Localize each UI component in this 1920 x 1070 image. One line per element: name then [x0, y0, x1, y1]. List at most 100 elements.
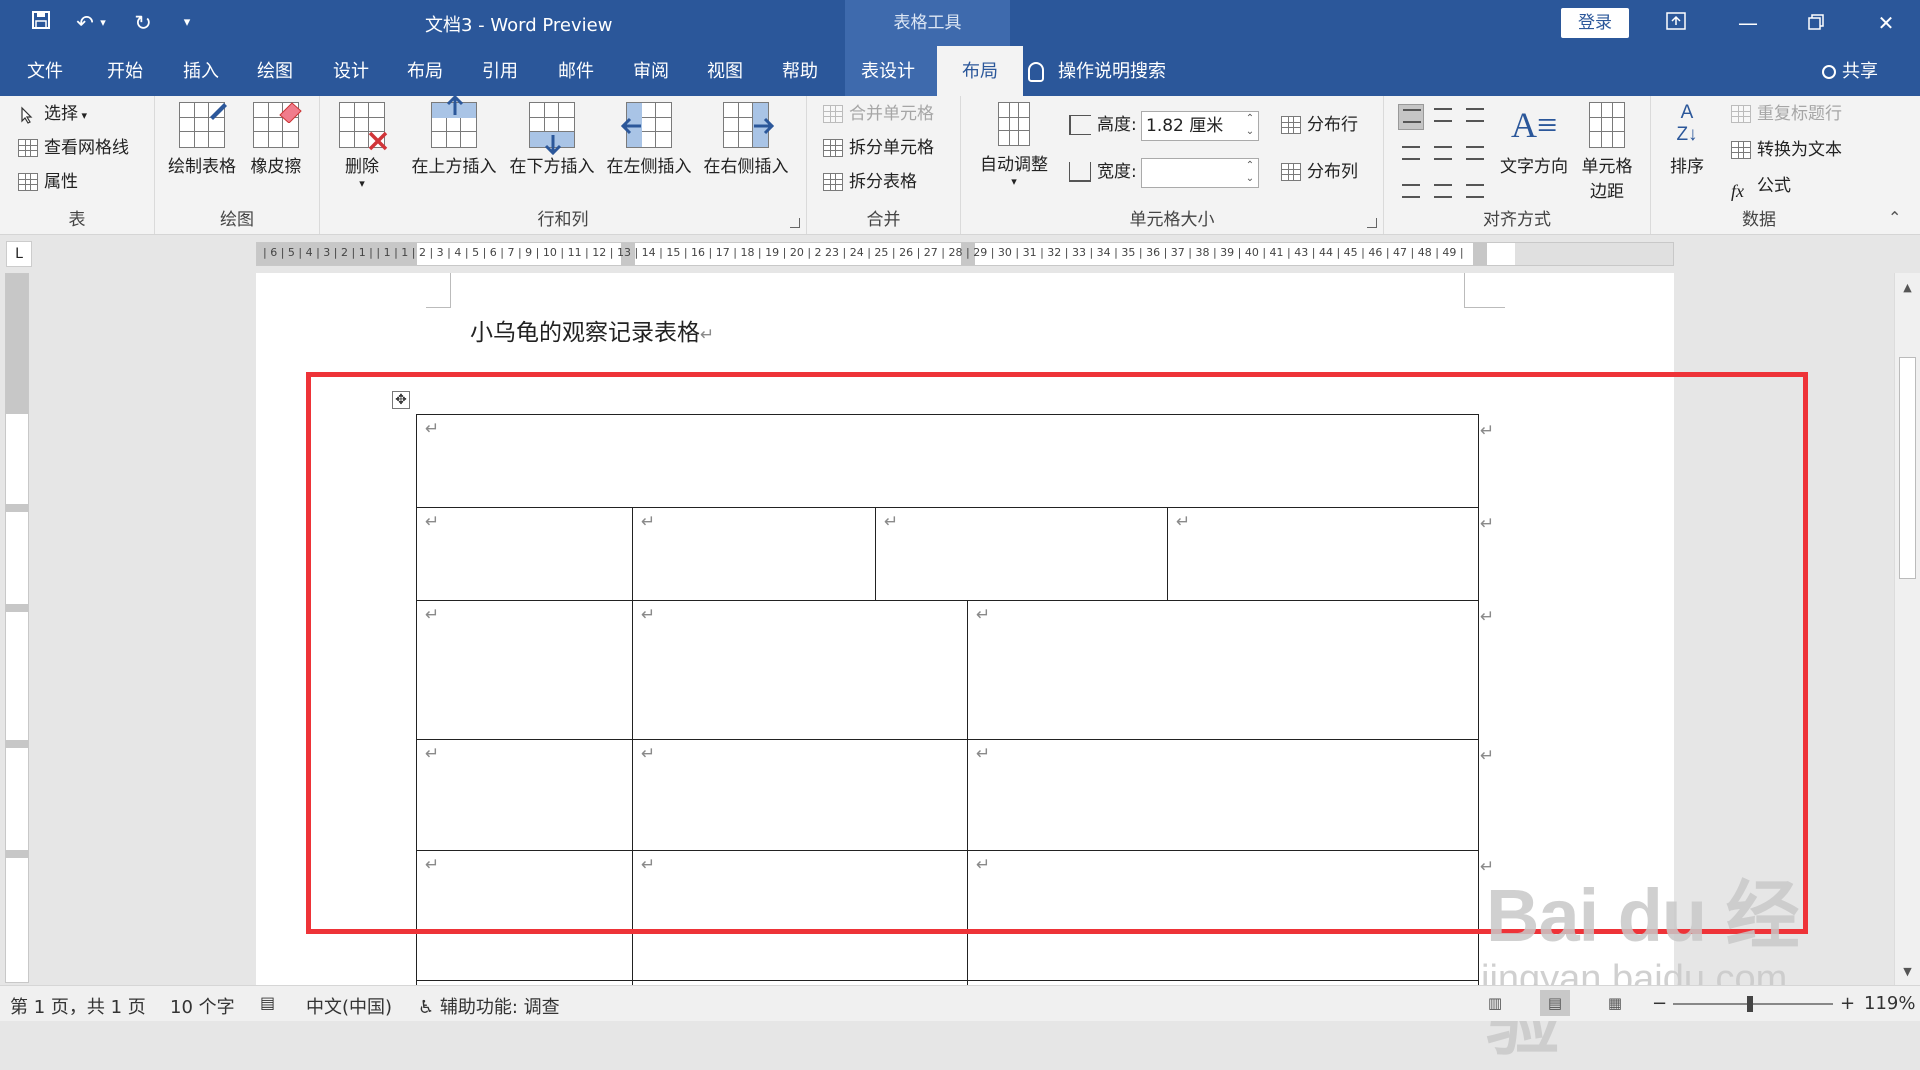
align-top-left-button[interactable]: [1398, 104, 1424, 130]
scroll-down-icon[interactable]: ▼: [1895, 961, 1920, 983]
width-spinner[interactable]: ⌃ ⌄: [1141, 158, 1259, 188]
insert-left-button[interactable]: 在左侧插入: [603, 102, 695, 177]
align-top-right-button[interactable]: [1462, 104, 1488, 130]
tab-file[interactable]: 文件: [14, 46, 76, 96]
tab-review[interactable]: 审阅: [620, 46, 682, 96]
text-direction-button[interactable]: A≡ 文字方向: [1496, 102, 1572, 177]
vertical-scrollbar[interactable]: ▲ ▼: [1894, 273, 1920, 985]
tab-layout[interactable]: 布局: [394, 46, 456, 96]
convert-to-text-button[interactable]: 转换为文本: [1731, 136, 1842, 164]
table-move-handle-icon[interactable]: ✥: [392, 391, 410, 409]
height-spinner[interactable]: 1.82 厘米 ⌃ ⌄: [1141, 111, 1259, 141]
document-page[interactable]: 小乌龟的观察记录表格↵ ✥ ↵ ↵ ↵ ↵ ↵ ↵ ↵ ↵ ↵ ↵ ↵ ↵ ↵ …: [256, 273, 1674, 985]
close-icon[interactable]: ✕: [1866, 6, 1906, 40]
select-button[interactable]: 选择 ▾: [18, 100, 87, 128]
spinner-arrows-icon[interactable]: ⌃ ⌄: [1244, 112, 1256, 140]
table-cell[interactable]: ↵: [416, 600, 633, 740]
tab-references[interactable]: 引用: [469, 46, 531, 96]
share-button[interactable]: 共享: [1822, 46, 1878, 96]
table-cell[interactable]: ↵: [416, 850, 633, 981]
horizontal-ruler[interactable]: | 6 | 5 | 4 | 3 | 2 | 1 | | 1 | 1 | 2 | …: [256, 242, 1674, 266]
redo-icon[interactable]: ↻: [128, 8, 158, 38]
read-mode-icon[interactable]: ▥: [1480, 990, 1510, 1016]
distribute-rows-button[interactable]: 分布行: [1281, 111, 1358, 139]
tab-help[interactable]: 帮助: [769, 46, 831, 96]
ribbon-display-options-icon[interactable]: [1656, 6, 1696, 40]
table-cell[interactable]: ↵: [1167, 507, 1479, 601]
scrollbar-thumb[interactable]: [1899, 357, 1916, 579]
table-cell[interactable]: ↵: [967, 600, 1479, 740]
table-cell[interactable]: ↵: [416, 507, 633, 601]
properties-button[interactable]: 属性: [18, 168, 78, 196]
tab-table-layout[interactable]: 布局: [937, 46, 1023, 96]
proofing-icon[interactable]: ▤: [260, 993, 275, 1012]
split-cells-button[interactable]: 拆分单元格: [823, 134, 934, 162]
scroll-up-icon[interactable]: ▲: [1895, 277, 1920, 299]
zoom-slider[interactable]: [1673, 996, 1833, 1012]
vertical-ruler[interactable]: [5, 273, 29, 983]
align-middle-center-button[interactable]: [1430, 138, 1456, 164]
tell-me-search[interactable]: 操作说明搜索: [1028, 46, 1166, 96]
document-heading[interactable]: 小乌龟的观察记录表格↵: [470, 313, 714, 347]
web-layout-icon[interactable]: ▦: [1600, 990, 1630, 1016]
draw-table-button[interactable]: 绘制表格: [167, 102, 237, 177]
zoom-slider-thumb[interactable]: [1747, 996, 1753, 1012]
tab-draw[interactable]: 绘图: [244, 46, 306, 96]
eraser-button[interactable]: 橡皮擦: [245, 102, 307, 177]
zoom-out-icon[interactable]: −: [1652, 993, 1667, 1014]
merge-cells-button[interactable]: 合并单元格: [823, 100, 934, 128]
document-table[interactable]: ↵ ↵ ↵ ↵ ↵ ↵ ↵ ↵ ↵ ↵ ↵ ↵ ↵ ↵: [416, 414, 1479, 985]
table-cell[interactable]: ↵: [967, 850, 1479, 981]
align-middle-left-button[interactable]: [1398, 138, 1424, 164]
table-cell[interactable]: ↵: [632, 600, 968, 740]
insert-above-button[interactable]: 在上方插入: [408, 95, 500, 177]
rows-columns-launcher-icon[interactable]: [790, 218, 800, 228]
table-cell[interactable]: ↵: [875, 507, 1168, 601]
spinner-arrows-icon[interactable]: ⌃ ⌄: [1244, 159, 1256, 187]
minimize-icon[interactable]: —: [1728, 6, 1768, 40]
table-cell[interactable]: ↵: [967, 739, 1479, 851]
align-bottom-center-button[interactable]: [1430, 172, 1456, 198]
tab-design[interactable]: 设计: [320, 46, 382, 96]
table-cell[interactable]: ↵: [632, 739, 968, 851]
tab-mailings[interactable]: 邮件: [545, 46, 607, 96]
table-cell[interactable]: ↵: [416, 739, 633, 851]
insert-below-button[interactable]: 在下方插入: [506, 102, 598, 177]
undo-dropdown-icon[interactable]: ▾: [96, 8, 110, 38]
accessibility-checker[interactable]: ♿ 辅助功能: 调查: [418, 993, 560, 1019]
align-middle-right-button[interactable]: [1462, 138, 1488, 164]
print-layout-icon[interactable]: ▤: [1540, 990, 1570, 1016]
language-indicator[interactable]: 中文(中国): [306, 993, 392, 1019]
table-cell[interactable]: ↵: [632, 850, 968, 981]
zoom-in-icon[interactable]: +: [1840, 993, 1855, 1014]
cell-margins-button[interactable]: 单元格 边距: [1574, 102, 1640, 202]
restore-icon[interactable]: [1796, 6, 1836, 40]
repeat-header-rows-button[interactable]: 重复标题行: [1731, 100, 1842, 128]
insert-right-button[interactable]: 在右侧插入: [700, 102, 792, 177]
align-top-center-button[interactable]: [1430, 104, 1456, 130]
word-count[interactable]: 10 个字: [170, 993, 235, 1019]
customize-qat-icon[interactable]: ▾: [172, 8, 202, 38]
align-bottom-right-button[interactable]: [1462, 172, 1488, 198]
autofit-button[interactable]: 自动调整 ▾: [975, 102, 1053, 188]
tab-table-design[interactable]: 表设计: [848, 46, 928, 96]
delete-button[interactable]: 删除 ▾: [336, 102, 388, 190]
tab-home[interactable]: 开始: [94, 46, 156, 96]
view-gridlines-button[interactable]: 查看网格线: [18, 134, 129, 162]
formula-button[interactable]: fx 公式: [1731, 172, 1791, 201]
split-table-button[interactable]: 拆分表格: [823, 168, 917, 196]
align-bottom-left-button[interactable]: [1398, 172, 1424, 198]
save-icon[interactable]: [26, 8, 56, 38]
tab-selector-icon[interactable]: L: [6, 241, 32, 267]
table-cell[interactable]: ↵: [416, 414, 1479, 508]
table-cell[interactable]: ↵: [632, 507, 876, 601]
distribute-columns-button[interactable]: 分布列: [1281, 158, 1358, 186]
tab-insert[interactable]: 插入: [170, 46, 232, 96]
tab-view[interactable]: 视图: [694, 46, 756, 96]
sort-button[interactable]: A Z↓ 排序: [1661, 102, 1713, 177]
zoom-level[interactable]: 119%: [1864, 993, 1915, 1014]
cell-size-launcher-icon[interactable]: [1367, 218, 1377, 228]
login-button[interactable]: 登录: [1561, 8, 1629, 38]
page-count[interactable]: 第 1 页，共 1 页: [10, 993, 146, 1019]
collapse-ribbon-icon[interactable]: ⌃: [1888, 208, 1901, 227]
